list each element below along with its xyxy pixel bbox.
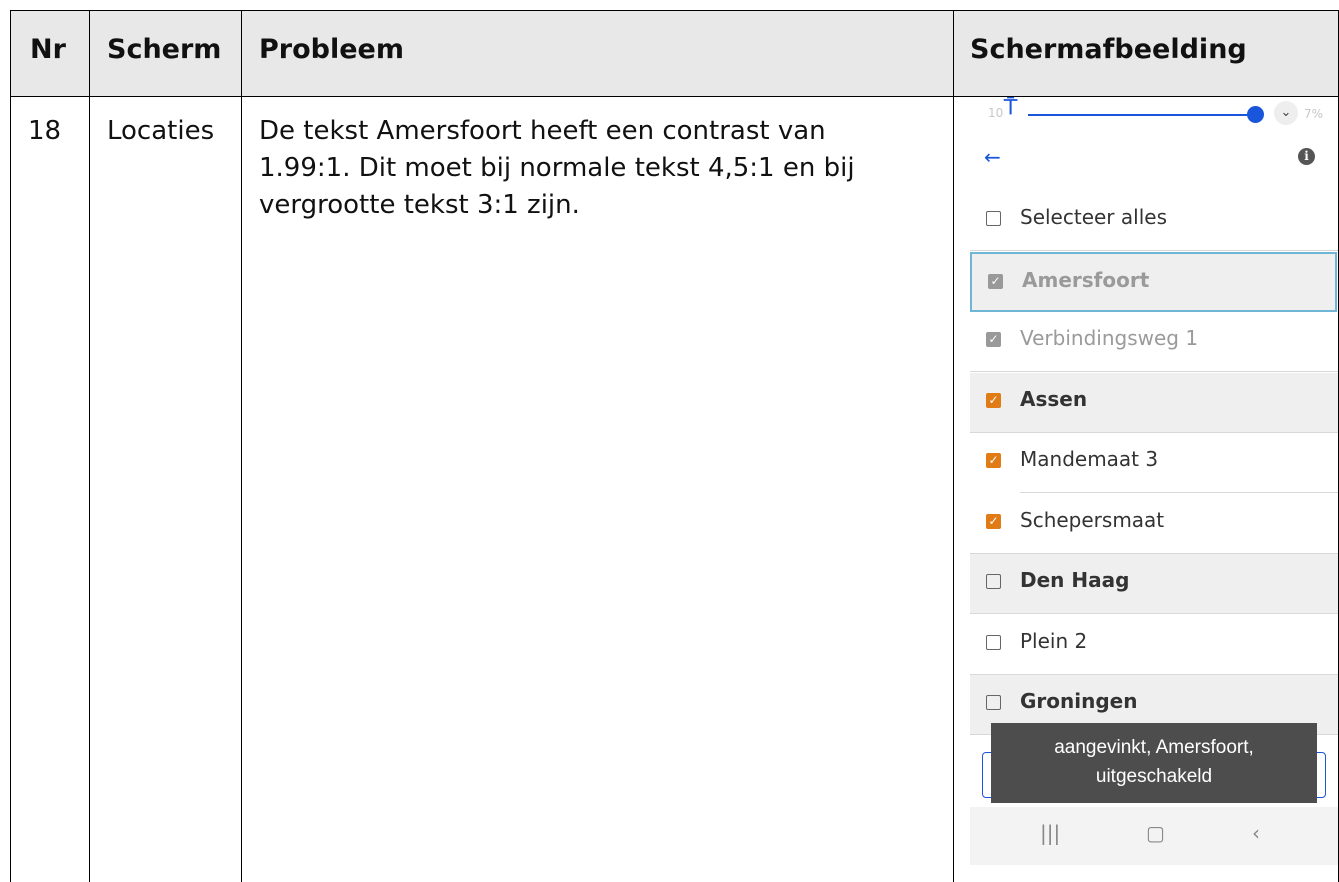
toast-line: aangevinkt, Amersfoort, bbox=[1054, 737, 1254, 758]
status-text-right: 7% bbox=[1304, 107, 1324, 121]
checkbox-unchecked[interactable] bbox=[986, 211, 1001, 226]
android-nav-bar: ||| ▢ ‹ bbox=[970, 807, 1338, 865]
slider-track[interactable] bbox=[1028, 114, 1258, 116]
location-label: Verbindingsweg 1 bbox=[1020, 326, 1199, 350]
checkbox-unchecked[interactable] bbox=[986, 574, 1001, 589]
arrow-left-icon[interactable]: ← bbox=[984, 145, 1001, 169]
table-border-left bbox=[10, 10, 11, 882]
location-label: Schepersmaat bbox=[1020, 507, 1165, 532]
header-probleem: Probleem bbox=[259, 34, 404, 65]
slider-thumb[interactable] bbox=[1247, 106, 1264, 123]
status-text-left: 10 bbox=[988, 106, 1004, 120]
accessibility-slider-bar: 10 ⍑ ⌄ 7% bbox=[970, 97, 1338, 137]
issue-number: 18 bbox=[28, 116, 62, 146]
accessibility-icon[interactable]: ⍑ bbox=[1004, 97, 1017, 120]
location-label: Plein 2 bbox=[1020, 628, 1088, 653]
location-label: Mandemaat 3 bbox=[1020, 447, 1159, 471]
header-schermafbeelding: Schermafbeelding bbox=[970, 34, 1247, 65]
checkbox-checked[interactable]: ✓ bbox=[986, 453, 1001, 468]
problem-line: vergrootte tekst 3:1 zijn. bbox=[259, 190, 580, 220]
problem-description: De tekst Amersfoort heeft een contrast v… bbox=[259, 113, 855, 224]
column-divider bbox=[89, 10, 90, 882]
problem-line: De tekst Amersfoort heeft een contrast v… bbox=[259, 116, 826, 146]
problem-line: 1.99:1. Dit moet bij normale tekst 4,5:1… bbox=[259, 153, 855, 183]
location-group-row[interactable]: ✓ Assen bbox=[970, 372, 1338, 433]
table-border-top bbox=[10, 10, 1339, 11]
location-label: Assen bbox=[1020, 386, 1088, 411]
chevron-down-icon[interactable]: ⌄ bbox=[1274, 101, 1298, 125]
toast-line: uitgeschakeld bbox=[1095, 766, 1213, 787]
recent-apps-button[interactable]: ||| bbox=[1040, 821, 1060, 845]
screen-name: Locaties bbox=[107, 116, 215, 146]
location-label: Amersfoort bbox=[1022, 267, 1150, 292]
checkbox-checked[interactable]: ✓ bbox=[986, 332, 1001, 347]
app-screenshot: 10 ⍑ ⌄ 7% ← i Selecteer alles ✓ Amersfoort… bbox=[970, 97, 1338, 882]
back-nav-button[interactable]: ‹ bbox=[1252, 821, 1260, 845]
header-scherm: Scherm bbox=[107, 34, 222, 65]
location-label: Groningen bbox=[1020, 689, 1138, 713]
checkbox-unchecked[interactable] bbox=[986, 634, 1001, 650]
select-all-row[interactable]: Selecteer alles bbox=[970, 191, 1338, 251]
location-row[interactable]: Plein 2 bbox=[970, 615, 1338, 675]
location-group-row[interactable]: ✓ Amersfoort bbox=[970, 251, 1337, 312]
talkback-toast: aangevinkt, Amersfoort, uitgeschakeld bbox=[991, 723, 1317, 803]
location-label: Den Haag bbox=[1020, 568, 1130, 592]
location-label: Selecteer alles bbox=[1020, 205, 1167, 229]
checkbox-checked[interactable]: ✓ bbox=[988, 273, 1003, 289]
column-divider bbox=[241, 10, 242, 882]
location-row[interactable]: ✓ Verbindingsweg 1 bbox=[970, 312, 1338, 372]
home-button[interactable]: ▢ bbox=[1146, 821, 1165, 845]
header-nr: Nr bbox=[30, 34, 66, 65]
checkbox-checked[interactable]: ✓ bbox=[986, 392, 1001, 408]
location-row[interactable]: ✓ Mandemaat 3 bbox=[970, 433, 1338, 493]
column-divider bbox=[953, 10, 954, 882]
location-row[interactable]: ✓ Schepersmaat bbox=[970, 494, 1338, 554]
checkbox-checked[interactable]: ✓ bbox=[986, 513, 1001, 529]
checkbox-unchecked[interactable] bbox=[986, 695, 1001, 710]
info-icon[interactable]: i bbox=[1298, 148, 1315, 165]
location-group-row[interactable]: Den Haag bbox=[970, 554, 1338, 614]
